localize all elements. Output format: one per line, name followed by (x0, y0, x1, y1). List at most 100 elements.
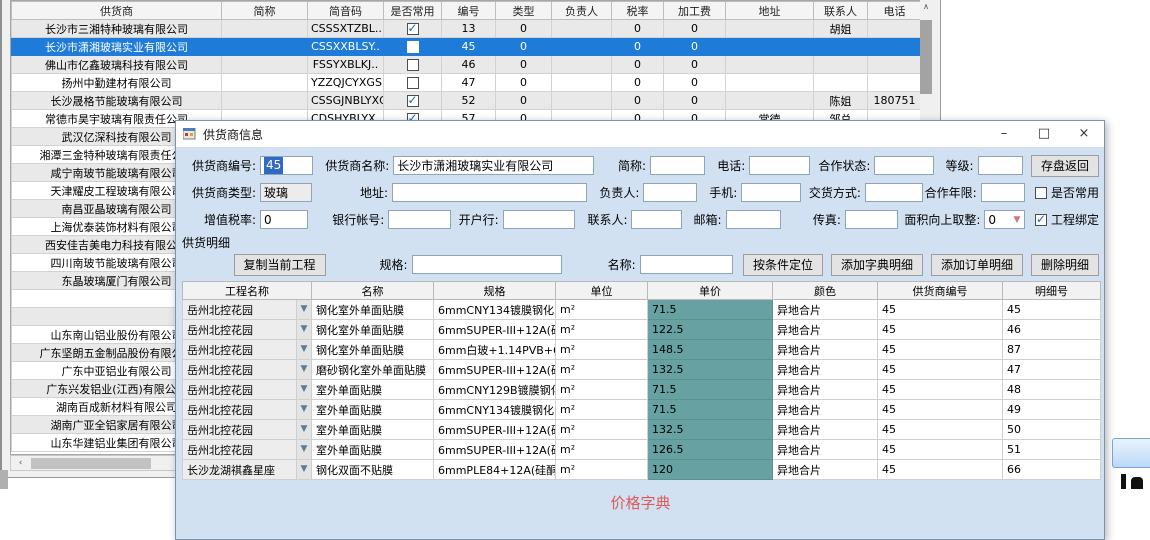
cell-supplier-name: 长沙市三湘特种玻璃有限公司 (12, 20, 222, 38)
delivery-field[interactable] (865, 183, 923, 202)
manager-field[interactable] (643, 183, 697, 202)
detail-row[interactable]: 岳州北控花园 ▼ 室外单面贴膜 6mmCNY129B镀膜钢化 m² 71.5 异… (183, 380, 1101, 400)
vertical-scrollbar-thumb[interactable] (920, 20, 932, 94)
fax-field[interactable] (845, 210, 899, 229)
col-header-supplier-id[interactable]: 供货商编号 (878, 282, 1003, 300)
col-header-phone[interactable]: 电话 (868, 2, 922, 20)
detail-row[interactable]: 岳州北控花园 ▼ 室外单面贴膜 6mmCNY134镀膜钢化 m² 71.5 异地… (183, 400, 1101, 420)
scrollbar-up-icon[interactable]: ∧ (920, 0, 932, 13)
cell-project[interactable]: 岳州北控花园 ▼ (183, 300, 312, 320)
minimize-button[interactable]: – (984, 121, 1024, 147)
bank-name-field[interactable] (503, 210, 576, 229)
name-filter-input[interactable] (640, 255, 733, 274)
horizontal-scrollbar-thumb[interactable] (31, 458, 151, 469)
detail-row[interactable]: 岳州北控花园 ▼ 钢化室外单面贴膜 6mmCNY134镀膜钢化 m² 71.5 … (183, 300, 1101, 320)
cell-manager (552, 20, 612, 38)
detail-row[interactable]: 岳州北控花园 ▼ 钢化室外单面贴膜 6mm白玻+1.14PVB+6mm... m… (183, 340, 1101, 360)
supplier-row[interactable]: 佛山市亿鑫玻璃科技有限公司 FSSYXBLKJ.. 46 0 0 0 (12, 56, 922, 74)
col-header-spec[interactable]: 规格 (434, 282, 556, 300)
supplier-row[interactable]: 长沙市潇湘玻璃实业有限公司 CSSXXBLSY.. 45 0 0 0 (12, 38, 922, 56)
locate-by-condition-button[interactable]: 按条件定位 (743, 254, 823, 276)
chevron-down-icon[interactable]: ▼ (296, 400, 311, 419)
copy-current-project-button[interactable]: 复制当前工程 (234, 254, 326, 276)
cell-contact (814, 56, 868, 74)
col-header-name[interactable]: 名称 (312, 282, 434, 300)
col-header-contact[interactable]: 联系人 (814, 2, 868, 20)
vat-rate-field[interactable] (260, 210, 308, 229)
cell-price: 122.5 (648, 320, 773, 340)
common-checkbox[interactable] (407, 41, 419, 53)
col-header-detail-id[interactable]: 明细号 (1003, 282, 1101, 300)
cell-project[interactable]: 岳州北控花园 ▼ (183, 420, 312, 440)
email-field[interactable] (726, 210, 781, 229)
add-order-detail-button[interactable]: 添加订单明细 (931, 254, 1023, 276)
col-header-common[interactable]: 是否常用 (384, 2, 442, 20)
cell-name: 钢化室外单面贴膜 (312, 320, 434, 340)
area-round-up-dropdown[interactable]: 0 ▼ (984, 210, 1025, 229)
supplier-row[interactable]: 长沙晟格节能玻璃有限公司 CSSGJNBLYXGS 52 0 0 0 陈姐 18… (12, 92, 922, 110)
delete-detail-button[interactable]: 删除明细 (1031, 254, 1099, 276)
detail-row[interactable]: 长沙龙湖祺鑫星座 ▼ 钢化双面不贴膜 6mmPLE84+12A(硅酮胶... m… (183, 460, 1101, 480)
cell-project[interactable]: 岳州北控花园 ▼ (183, 320, 312, 340)
col-header-address[interactable]: 地址 (726, 2, 814, 20)
col-header-supplier[interactable]: 供货商 (12, 2, 222, 20)
chevron-down-icon[interactable]: ▼ (296, 380, 311, 399)
chevron-down-icon[interactable]: ▼ (296, 420, 311, 439)
detail-row[interactable]: 岳州北控花园 ▼ 磨砂钢化室外单面贴膜 6mmSUPER-III+12A(硅..… (183, 360, 1101, 380)
mobile-field[interactable] (741, 183, 801, 202)
common-checkbox[interactable] (407, 77, 419, 89)
chevron-down-icon[interactable]: ▼ (296, 460, 311, 479)
short-name-field[interactable] (650, 156, 705, 175)
cell-project[interactable]: 岳州北控花园 ▼ (183, 380, 312, 400)
chevron-down-icon[interactable]: ▼ (296, 440, 311, 459)
save-return-button[interactable]: 存盘返回 (1031, 155, 1099, 177)
supplier-id-field[interactable]: 45 (260, 156, 313, 175)
chevron-down-icon[interactable]: ▼ (296, 340, 311, 359)
col-header-tax[interactable]: 税率 (612, 2, 664, 20)
close-button[interactable]: × (1064, 121, 1104, 147)
supplier-row[interactable]: 扬州中勤建材有限公司 YZZQJCYXGS 47 0 0 0 (12, 74, 922, 92)
cell-project[interactable]: 岳州北控花园 ▼ (183, 400, 312, 420)
col-header-unit[interactable]: 单位 (556, 282, 648, 300)
col-header-project[interactable]: 工程名称 (183, 282, 312, 300)
supplier-row[interactable]: 长沙市三湘特种玻璃有限公司 CSSSXTZBL.. 13 0 0 0 胡姐 (12, 20, 922, 38)
col-header-color[interactable]: 颜色 (773, 282, 878, 300)
phone-field[interactable] (749, 156, 810, 175)
cell-project[interactable]: 岳州北控花园 ▼ (183, 340, 312, 360)
detail-row[interactable]: 岳州北控花园 ▼ 室外单面贴膜 6mmSUPER-III+12A(硅... m²… (183, 440, 1101, 460)
contact-field[interactable] (631, 210, 681, 229)
common-checkbox[interactable] (407, 95, 419, 107)
supplier-name-field[interactable] (393, 156, 594, 175)
maximize-button[interactable]: □ (1024, 121, 1064, 147)
col-header-id[interactable]: 编号 (442, 2, 496, 20)
col-header-price[interactable]: 单价 (648, 282, 773, 300)
col-header-manager[interactable]: 负责人 (552, 2, 612, 20)
grade-field[interactable] (978, 156, 1023, 175)
col-header-shortname[interactable]: 简称 (222, 2, 308, 20)
supplier-type-field[interactable] (260, 183, 312, 202)
cell-id: 45 (442, 38, 496, 56)
chevron-down-icon[interactable]: ▼ (296, 300, 311, 319)
cell-project[interactable]: 岳州北控花园 ▼ (183, 440, 312, 460)
bank-account-field[interactable] (388, 210, 450, 229)
scrollbar-left-icon[interactable]: ‹ (13, 457, 28, 469)
add-dictionary-detail-button[interactable]: 添加字典明细 (831, 254, 923, 276)
col-header-type[interactable]: 类型 (496, 2, 552, 20)
chevron-down-icon[interactable]: ▼ (296, 320, 311, 339)
is-common-checkbox[interactable]: 是否常用 (1035, 184, 1099, 201)
dialog-titlebar[interactable]: 供货商信息 – □ × (176, 121, 1104, 147)
common-checkbox[interactable] (407, 59, 419, 71)
coop-status-field[interactable] (874, 156, 933, 175)
col-header-code[interactable]: 简音码 (308, 2, 384, 20)
spec-filter-input[interactable] (412, 255, 562, 274)
project-bind-checkbox[interactable]: 工程绑定 (1035, 211, 1099, 228)
common-checkbox[interactable] (407, 23, 419, 35)
col-header-fee[interactable]: 加工费 (664, 2, 726, 20)
detail-row[interactable]: 岳州北控花园 ▼ 室外单面贴膜 6mmSUPER-III+12A(硅... m²… (183, 420, 1101, 440)
detail-row[interactable]: 岳州北控花园 ▼ 钢化室外单面贴膜 6mmSUPER-III+12A(硅... … (183, 320, 1101, 340)
chevron-down-icon[interactable]: ▼ (296, 360, 311, 379)
cell-project[interactable]: 岳州北控花园 ▼ (183, 360, 312, 380)
coop-years-field[interactable] (981, 183, 1025, 202)
address-field[interactable] (392, 183, 587, 202)
cell-project[interactable]: 长沙龙湖祺鑫星座 ▼ (183, 460, 312, 480)
